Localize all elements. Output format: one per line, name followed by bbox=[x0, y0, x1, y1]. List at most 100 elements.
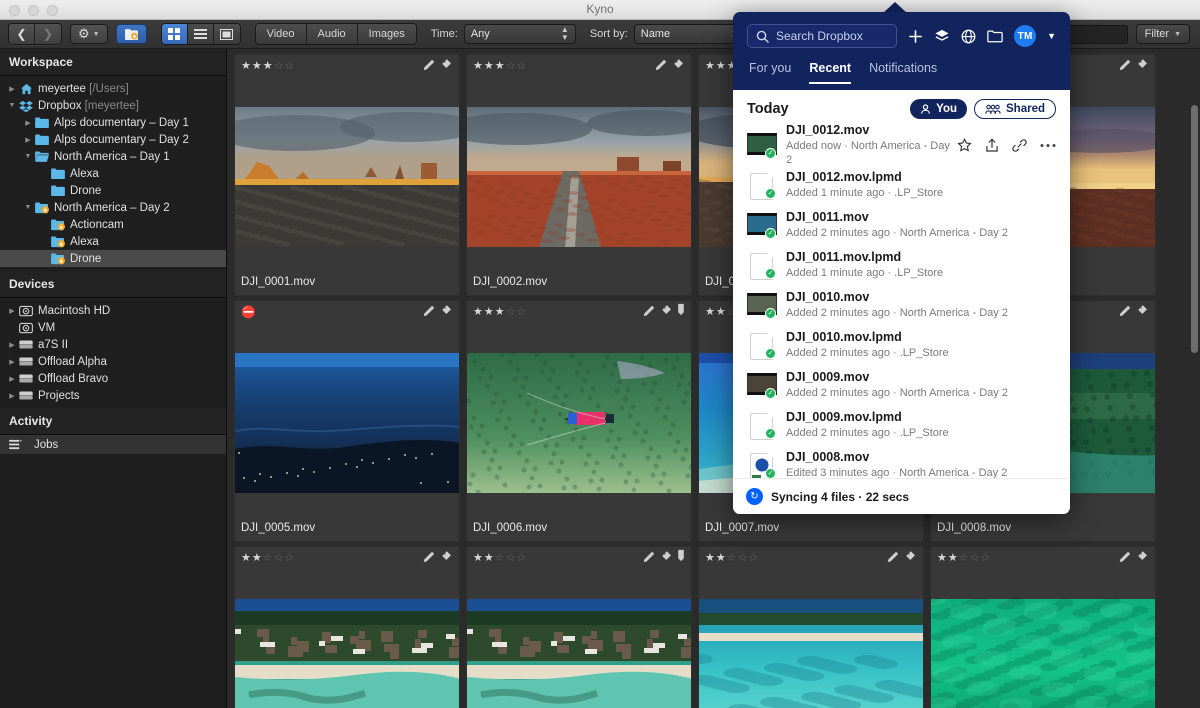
media-card[interactable]: ★★★☆☆DJI_0002.mov bbox=[466, 54, 692, 296]
disclosure-triangle-icon[interactable]: ▼ bbox=[22, 153, 34, 160]
star-icon[interactable]: ★ bbox=[484, 553, 494, 564]
card-actions[interactable] bbox=[643, 549, 685, 567]
dropbox-file-row[interactable]: ✓DJI_0010.movAdded 2 minutes ago · North… bbox=[739, 285, 1064, 325]
star-icon[interactable]: ☆ bbox=[727, 553, 737, 564]
star-icon[interactable]: ☆ bbox=[263, 553, 273, 564]
filter-shared-pill[interactable]: Shared bbox=[974, 99, 1056, 119]
dropbox-tab-recent[interactable]: Recent bbox=[809, 61, 851, 84]
tag-icon[interactable] bbox=[660, 549, 673, 567]
star-icon[interactable]: ☆ bbox=[274, 553, 284, 564]
disclosure-triangle-icon[interactable]: ▶ bbox=[6, 85, 18, 93]
back-button[interactable]: ❮ bbox=[9, 24, 35, 44]
single-pane-icon[interactable] bbox=[214, 24, 240, 44]
star-icon[interactable]: ★ bbox=[495, 307, 505, 318]
pencil-icon[interactable] bbox=[1119, 303, 1132, 321]
star-icon[interactable]: ★ bbox=[948, 553, 958, 564]
disclosure-triangle-icon[interactable]: ▼ bbox=[6, 102, 18, 109]
disclosure-triangle-icon[interactable]: ▶ bbox=[38, 221, 50, 229]
sidebar-device-offload-bravo[interactable]: ▶Offload Bravo bbox=[0, 370, 226, 387]
star-icon[interactable]: ☆ bbox=[495, 553, 505, 564]
dropbox-file-row[interactable]: ✓DJI_0010.mov.lpmdAdded 2 minutes ago · … bbox=[739, 325, 1064, 365]
pencil-icon[interactable] bbox=[643, 549, 656, 567]
star-icon[interactable]: ☆ bbox=[970, 553, 980, 564]
card-thumbnail[interactable] bbox=[235, 353, 459, 493]
file-row-actions[interactable] bbox=[957, 138, 1056, 153]
dropbox-file-row[interactable]: ✓DJI_0009.mov.lpmdAdded 2 minutes ago · … bbox=[739, 405, 1064, 445]
disclosure-triangle-icon[interactable]: ▶ bbox=[22, 119, 34, 127]
browser-scrollbar[interactable] bbox=[1191, 103, 1198, 708]
star-icon[interactable]: ☆ bbox=[285, 553, 295, 564]
disclosure-triangle-icon[interactable]: ▼ bbox=[22, 204, 34, 211]
star-icon[interactable]: ★ bbox=[716, 307, 726, 318]
card-thumbnail[interactable] bbox=[235, 599, 459, 708]
settings-button[interactable]: ⚙ ▼ bbox=[70, 24, 108, 44]
tag-icon[interactable] bbox=[440, 549, 453, 567]
rating-stars[interactable]: ★★☆☆☆ bbox=[705, 553, 758, 564]
sidebar-device-offload-alpha[interactable]: ▶Offload Alpha bbox=[0, 353, 226, 370]
star-icon[interactable]: ☆ bbox=[285, 61, 295, 72]
sort-select[interactable]: Name ▲▼ bbox=[634, 24, 746, 44]
card-thumbnail[interactable] bbox=[467, 353, 691, 493]
globe-icon[interactable] bbox=[961, 29, 976, 44]
star-icon[interactable]: ★ bbox=[716, 553, 726, 564]
rating-stars[interactable]: ★★☆☆☆ bbox=[473, 553, 526, 564]
card-actions[interactable] bbox=[1119, 549, 1149, 567]
marker-icon[interactable] bbox=[677, 549, 685, 567]
pencil-icon[interactable] bbox=[655, 57, 668, 75]
sidebar-item-meyertee[interactable]: ▶meyertee [/Users] bbox=[0, 80, 226, 97]
pencil-icon[interactable] bbox=[423, 549, 436, 567]
star-icon[interactable]: ☆ bbox=[274, 61, 284, 72]
disclosure-triangle-icon[interactable]: ▶ bbox=[6, 324, 18, 332]
media-card[interactable]: ★★☆☆☆ bbox=[234, 546, 460, 708]
dropbox-file-row[interactable]: ✓DJI_0012.mov.lpmdAdded 1 minute ago · .… bbox=[739, 165, 1064, 205]
sidebar-item-alps-documentary-day-1[interactable]: ▶Alps documentary – Day 1 bbox=[0, 114, 226, 131]
disclosure-triangle-icon[interactable]: ▶ bbox=[38, 187, 50, 195]
sidebar-device-a7s-ii[interactable]: ▶a7S II bbox=[0, 336, 226, 353]
star-icon[interactable]: ★ bbox=[252, 61, 262, 72]
media-card[interactable]: ⛔DJI_0005.mov bbox=[234, 300, 460, 542]
more-icon[interactable] bbox=[1040, 143, 1056, 148]
rating-stars[interactable]: ★★☆☆☆ bbox=[241, 553, 294, 564]
rating-stars[interactable]: ★★★☆☆ bbox=[473, 61, 526, 72]
link-icon[interactable] bbox=[1012, 138, 1027, 153]
list-icon[interactable] bbox=[188, 24, 214, 44]
star-icon[interactable]: ☆ bbox=[506, 307, 516, 318]
card-thumbnail[interactable] bbox=[467, 107, 691, 247]
star-icon[interactable] bbox=[957, 138, 972, 153]
card-thumbnail[interactable] bbox=[699, 599, 923, 708]
card-actions[interactable] bbox=[423, 549, 453, 567]
star-icon[interactable]: ★ bbox=[705, 307, 715, 318]
sidebar-item-dropbox[interactable]: ▼Dropbox [meyertee] bbox=[0, 97, 226, 114]
card-thumbnail[interactable] bbox=[467, 599, 691, 708]
filter-audio-button[interactable]: Audio bbox=[307, 24, 358, 44]
pencil-icon[interactable] bbox=[1119, 549, 1132, 567]
dropbox-search-input[interactable]: Search Dropbox bbox=[747, 24, 897, 48]
filter-images-button[interactable]: Images bbox=[358, 24, 416, 44]
star-icon[interactable]: ★ bbox=[473, 553, 483, 564]
rating-stars[interactable]: ★★★☆☆ bbox=[473, 307, 526, 318]
filter-you-pill[interactable]: You bbox=[910, 99, 967, 119]
tag-icon[interactable] bbox=[1136, 549, 1149, 567]
card-thumbnail[interactable] bbox=[235, 107, 459, 247]
disclosure-triangle-icon[interactable]: ▶ bbox=[6, 307, 18, 315]
view-mode-segment[interactable] bbox=[161, 23, 241, 45]
pencil-icon[interactable] bbox=[423, 57, 436, 75]
card-actions[interactable] bbox=[423, 57, 453, 75]
disclosure-triangle-icon[interactable]: ▶ bbox=[38, 255, 50, 263]
tag-icon[interactable] bbox=[904, 549, 917, 567]
disclosure-triangle-icon[interactable]: ▶ bbox=[6, 392, 18, 400]
disclosure-triangle-icon[interactable]: ▶ bbox=[6, 341, 18, 349]
card-actions[interactable] bbox=[423, 303, 453, 321]
star-icon[interactable]: ☆ bbox=[517, 61, 527, 72]
sidebar-device-vm[interactable]: ▶VM bbox=[0, 319, 226, 336]
star-icon[interactable]: ☆ bbox=[517, 553, 527, 564]
avatar[interactable]: TM bbox=[1014, 25, 1036, 47]
disclosure-triangle-icon[interactable]: ▶ bbox=[38, 170, 50, 178]
pencil-icon[interactable] bbox=[423, 303, 436, 321]
sidebar-item-drone[interactable]: ▶Drone bbox=[0, 250, 226, 267]
pencil-icon[interactable] bbox=[1119, 57, 1132, 75]
card-thumbnail[interactable] bbox=[931, 599, 1155, 708]
dropbox-file-row[interactable]: ✓DJI_0009.movAdded 2 minutes ago · North… bbox=[739, 365, 1064, 405]
star-icon[interactable]: ★ bbox=[241, 553, 251, 564]
dropbox-tab-notifications[interactable]: Notifications bbox=[869, 61, 937, 84]
